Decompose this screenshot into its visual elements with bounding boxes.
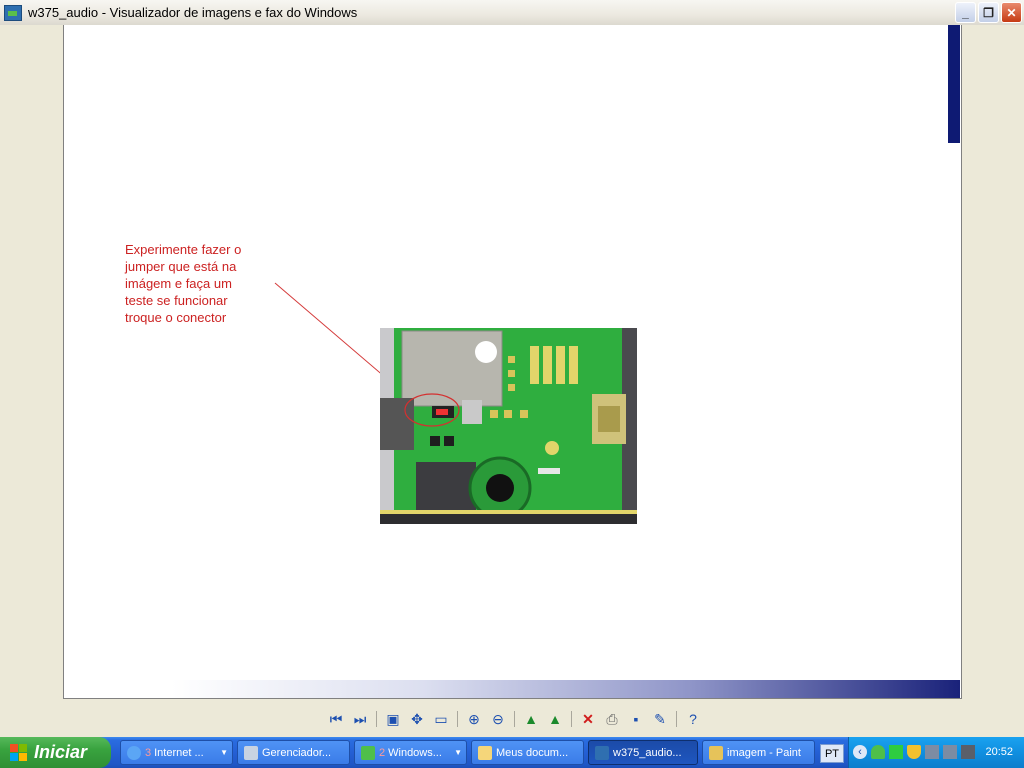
network-disconnected-2-icon[interactable]	[943, 745, 957, 759]
edit-icon[interactable]: ✎	[650, 709, 670, 729]
system-tray: ‹ 20:52	[848, 737, 1024, 768]
toolbar-separator	[571, 711, 572, 727]
windows-logo-icon	[10, 743, 28, 762]
task-label: Gerenciador...	[262, 746, 332, 759]
green-status-icon[interactable]	[889, 745, 903, 759]
messenger-status-icon[interactable]	[871, 745, 885, 759]
zoom-in-icon[interactable]: ⊕	[464, 709, 484, 729]
task-manager-icon	[244, 745, 258, 760]
start-button[interactable]: Iniciar	[0, 737, 111, 768]
taskbar-button-task-manager[interactable]: Gerenciador...	[237, 740, 350, 765]
group-arrow-icon: ▼	[454, 748, 462, 757]
toolbar-separator	[457, 711, 458, 727]
save-icon[interactable]: ▪	[626, 709, 646, 729]
rotate-counterclockwise-icon[interactable]: ▲	[545, 709, 565, 729]
close-button[interactable]: ✕	[1001, 2, 1022, 23]
group-arrow-icon: ▼	[220, 748, 228, 757]
taskbar-button-image-viewer[interactable]: w375_audio...	[588, 740, 698, 765]
group-count: 3	[145, 746, 152, 759]
print-icon[interactable]: ⎙	[602, 709, 622, 729]
folder-icon	[478, 745, 492, 760]
close-icon: ✕	[1006, 5, 1017, 20]
window-title-bar[interactable]: w375_audio - Visualizador de imagens e f…	[0, 0, 1024, 26]
taskbar-button-my-documents[interactable]: Meus docum...	[471, 740, 584, 765]
restore-button[interactable]: ❐	[978, 2, 999, 23]
pcb-illustration	[380, 328, 637, 524]
show-hidden-icons-icon[interactable]: ‹	[853, 745, 867, 759]
image-viewer-canvas: Experimente fazer o jumper que está na i…	[0, 25, 1024, 708]
clock[interactable]: 20:52	[985, 746, 1013, 758]
circuit-board-photo	[380, 328, 637, 524]
restore-icon: ❐	[983, 5, 994, 20]
taskbar-button-windows[interactable]: 2 Windows... ▼	[354, 740, 467, 765]
delete-icon[interactable]: ✕	[578, 709, 598, 729]
group-count: 2	[379, 746, 386, 759]
minimize-icon: _	[962, 5, 969, 20]
taskbar: Iniciar 3 Internet ... ▼ Gerenciador... …	[0, 737, 1024, 768]
task-label: w375_audio...	[613, 746, 682, 759]
image-viewer-app-icon[interactable]	[4, 5, 22, 21]
slideshow-icon[interactable]: ▭	[431, 709, 451, 729]
minimize-button[interactable]: _	[955, 2, 976, 23]
task-label: Meus docum...	[496, 746, 569, 759]
help-icon[interactable]: ?	[683, 709, 703, 729]
task-label: Internet ...	[154, 746, 204, 759]
paint-icon	[709, 745, 723, 760]
network-disconnected-icon[interactable]	[925, 745, 939, 759]
displayed-image: Experimente fazer o jumper que está na i…	[63, 25, 962, 699]
toolbar-separator	[376, 711, 377, 727]
messenger-icon	[361, 745, 375, 760]
start-label: Iniciar	[34, 742, 88, 762]
window-title: w375_audio - Visualizador de imagens e f…	[28, 5, 358, 20]
viewer-toolbar: ⏮ ⏭ ▣ ✥ ▭ ⊕ ⊖ ▲ ▲ ✕ ⎙ ▪ ✎ ?	[326, 709, 707, 729]
taskbar-button-paint[interactable]: imagem - Paint	[702, 740, 815, 765]
rotate-clockwise-icon[interactable]: ▲	[521, 709, 541, 729]
zoom-out-icon[interactable]: ⊖	[488, 709, 508, 729]
toolbar-separator	[514, 711, 515, 727]
language-indicator[interactable]: PT	[820, 744, 844, 763]
toolbar-separator	[676, 711, 677, 727]
image-viewer-icon	[595, 745, 609, 760]
internet-explorer-icon	[127, 745, 141, 760]
taskbar-button-internet[interactable]: 3 Internet ... ▼	[120, 740, 233, 765]
monitor-icon[interactable]	[961, 745, 975, 759]
next-image-icon[interactable]: ⏭	[350, 709, 370, 729]
security-shield-icon[interactable]	[907, 745, 921, 759]
task-label: imagem - Paint	[727, 746, 801, 759]
actual-size-icon[interactable]: ✥	[407, 709, 427, 729]
previous-image-icon[interactable]: ⏮	[326, 709, 346, 729]
task-label: Windows...	[388, 746, 442, 759]
best-fit-icon[interactable]: ▣	[383, 709, 403, 729]
